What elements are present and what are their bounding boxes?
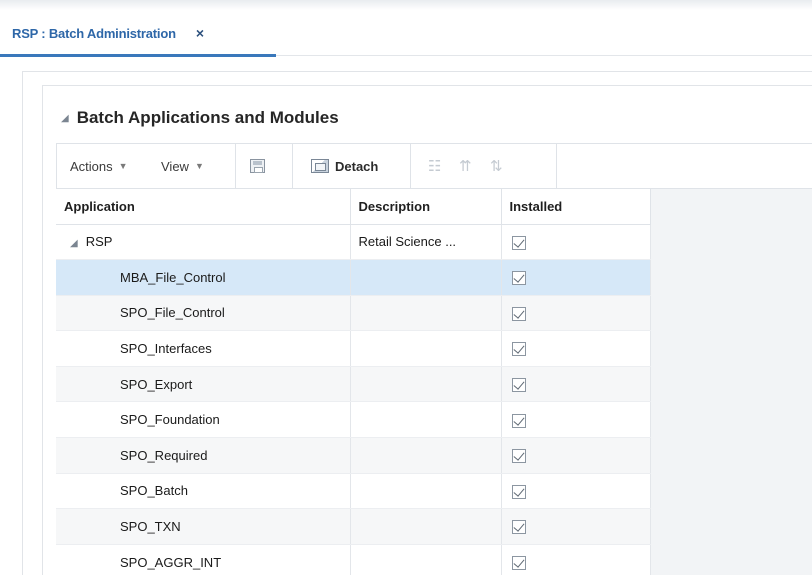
view-menu-label: View: [161, 158, 189, 174]
table-header-row: Application Description Installed: [56, 189, 651, 225]
reorder-columns-icon: ⇅: [490, 158, 503, 175]
table-row[interactable]: MBA_File_Control: [56, 259, 651, 296]
reorder-columns-button[interactable]: ⇅: [490, 144, 503, 188]
actions-menu-label: Actions: [70, 158, 113, 174]
column-header-application[interactable]: Application: [56, 189, 351, 225]
table-row[interactable]: SPO_AGGR_INT: [56, 544, 651, 575]
table-row[interactable]: SPO_Required: [56, 437, 651, 474]
installed-checkbox[interactable]: [511, 555, 526, 570]
installed-cell: [501, 544, 651, 575]
actions-menu[interactable]: Actions ▼: [70, 144, 128, 188]
description-cell: [350, 437, 502, 474]
column-header-description[interactable]: Description: [350, 189, 502, 225]
table-row[interactable]: SPO_Foundation: [56, 401, 651, 439]
batch-applications-table: Application Description Installed ◢ RSP R…: [56, 189, 651, 575]
table-row[interactable]: ◢ RSP Retail Science ...: [56, 224, 651, 261]
installed-checkbox[interactable]: [511, 377, 526, 392]
application-cell: SPO_Batch: [56, 473, 351, 510]
installed-checkbox[interactable]: [511, 413, 526, 428]
freeze-icon: ☷: [428, 158, 442, 175]
installed-checkbox[interactable]: [511, 271, 526, 286]
description-cell: [350, 544, 502, 575]
description-cell: Retail Science ...: [350, 224, 502, 261]
installed-cell: [501, 295, 651, 332]
tab-batch-administration[interactable]: RSP : Batch Administration ×: [0, 10, 276, 57]
expand-triangle-icon[interactable]: ◢: [70, 238, 78, 249]
application-name: RSP: [85, 234, 113, 250]
installed-cell: [501, 366, 651, 403]
table-toolbar: Actions ▼ View ▼ Detach ☷ ⇈ ⇅: [56, 143, 812, 189]
installed-cell: [501, 330, 651, 367]
installed-cell: [501, 508, 651, 545]
close-icon[interactable]: ×: [196, 26, 204, 40]
toolbar-divider: [292, 144, 293, 188]
section-header[interactable]: ◢ Batch Applications and Modules: [61, 106, 339, 130]
freeze-button[interactable]: ☷: [428, 144, 441, 188]
detach-button[interactable]: Detach: [311, 144, 378, 188]
application-cell: SPO_TXN: [56, 508, 351, 545]
detach-icon: [311, 159, 329, 173]
save-button[interactable]: [250, 144, 265, 188]
installed-checkbox[interactable]: [511, 306, 526, 321]
table-row[interactable]: SPO_File_Control: [56, 295, 651, 332]
table-row[interactable]: SPO_Batch: [56, 473, 651, 510]
application-cell: SPO_Export: [56, 366, 351, 403]
window-top-edge: [0, 0, 812, 10]
toolbar-divider: [556, 144, 557, 188]
installed-cell: [501, 473, 651, 510]
chevron-down-icon: ▼: [194, 161, 204, 171]
section-title: Batch Applications and Modules: [76, 108, 339, 127]
installed-cell: [501, 259, 651, 296]
view-menu[interactable]: View ▼: [161, 144, 204, 188]
description-cell: [350, 259, 502, 296]
application-cell: SPO_Foundation: [56, 401, 351, 439]
toolbar-divider: [235, 144, 236, 188]
installed-checkbox[interactable]: [511, 449, 526, 464]
description-cell: [350, 366, 502, 403]
triangle-down-icon[interactable]: ◢: [61, 113, 69, 124]
tab-bar: RSP : Batch Administration ×: [0, 10, 812, 57]
application-cell: SPO_AGGR_INT: [56, 544, 351, 575]
active-tab-indicator: [0, 54, 276, 57]
table-row[interactable]: SPO_Interfaces: [56, 330, 651, 367]
description-cell: [350, 401, 502, 439]
installed-checkbox[interactable]: [511, 235, 526, 250]
description-cell: [350, 295, 502, 332]
application-cell: SPO_Interfaces: [56, 330, 351, 367]
application-cell: ◢ RSP: [56, 224, 351, 261]
wrap-icon: ⇈: [459, 158, 472, 175]
table-row[interactable]: SPO_Export: [56, 366, 651, 403]
application-cell: MBA_File_Control: [56, 259, 351, 296]
detach-label: Detach: [335, 158, 379, 174]
tab-label: RSP : Batch Administration: [12, 25, 176, 41]
application-cell: SPO_Required: [56, 437, 351, 474]
save-icon: [250, 159, 265, 173]
column-header-installed[interactable]: Installed: [501, 189, 651, 225]
toolbar-divider: [410, 144, 411, 188]
installed-checkbox[interactable]: [511, 520, 526, 535]
description-cell: [350, 330, 502, 367]
installed-cell: [501, 437, 651, 474]
wrap-button[interactable]: ⇈: [459, 144, 472, 188]
description-cell: [350, 473, 502, 510]
application-cell: SPO_File_Control: [56, 295, 351, 332]
installed-checkbox[interactable]: [511, 484, 526, 499]
installed-cell: [501, 401, 651, 439]
table-row[interactable]: SPO_TXN: [56, 508, 651, 545]
installed-checkbox[interactable]: [511, 342, 526, 357]
description-cell: [350, 508, 502, 545]
table-empty-area: [650, 189, 812, 575]
chevron-down-icon: ▼: [118, 161, 128, 171]
installed-cell: [501, 224, 651, 261]
